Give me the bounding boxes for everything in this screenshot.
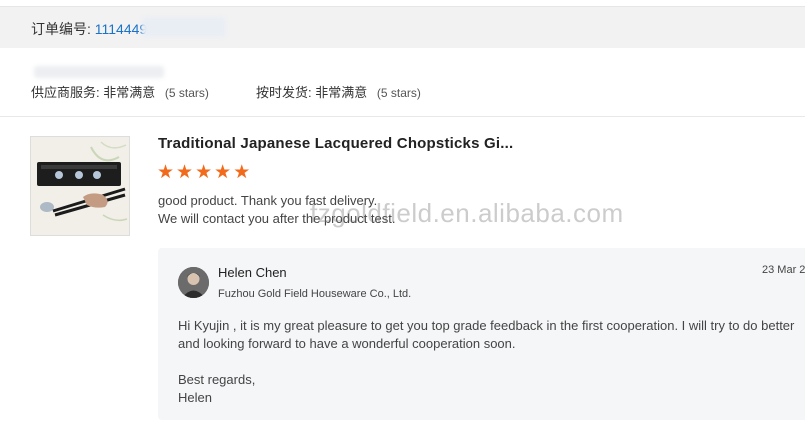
star-icon: ★ [176, 162, 194, 183]
avatar [178, 267, 209, 298]
redacted-buyer-info [34, 66, 164, 78]
supplier-service-value: 非常满意 [103, 85, 156, 100]
reply-date: 23 Mar 2 [762, 264, 805, 276]
star-icon: ★ [157, 162, 175, 183]
supplier-service-stars: (5 stars) [164, 86, 209, 100]
product-title[interactable]: Traditional Japanese Lacquered Chopstick… [158, 135, 513, 152]
chopsticks-image [31, 137, 129, 235]
order-header: 订单编号: 1114449 [0, 6, 805, 48]
seller-ratings: 供应商服务: 非常满意 (5 stars) 按时发货: 非常满意 (5 star… [31, 82, 421, 101]
product-star-rating: ★ ★ ★ ★ ★ [157, 163, 250, 183]
star-icon: ★ [214, 162, 232, 183]
star-icon: ★ [233, 162, 251, 183]
order-number-label: 订单编号: [31, 21, 91, 37]
on-time-delivery-value: 非常满意 [315, 85, 368, 100]
supplier-service-rating: 供应商服务: 非常满意 (5 stars) [31, 85, 209, 100]
on-time-delivery-label: 按时发货: [256, 85, 312, 100]
product-thumbnail[interactable] [30, 136, 130, 236]
reply-message: Hi Kyujin , it is my great pleasure to g… [178, 318, 795, 351]
redacted-order-number [142, 17, 226, 37]
signature-line: Helen [178, 390, 212, 405]
section-divider [0, 116, 805, 117]
star-icon: ★ [195, 162, 213, 183]
on-time-delivery-rating: 按时发货: 非常满意 (5 stars) [256, 82, 421, 101]
order-number-link[interactable]: 1114449 [95, 21, 147, 37]
seller-reply: Helen Chen Fuzhou Gold Field Houseware C… [158, 248, 805, 420]
order-number: 订单编号: 1114449 [31, 19, 147, 39]
signature-line: Best regards, [178, 372, 256, 387]
seller-name: Helen Chen [218, 265, 287, 280]
on-time-delivery-stars: (5 stars) [376, 86, 421, 100]
watermark: fzgoldfield.en.alibaba.com [310, 198, 624, 228]
reply-signature: Best regards, Helen [178, 371, 255, 407]
seller-company[interactable]: Fuzhou Gold Field Houseware Co., Ltd. [218, 288, 411, 300]
supplier-service-label: 供应商服务: [31, 85, 100, 100]
